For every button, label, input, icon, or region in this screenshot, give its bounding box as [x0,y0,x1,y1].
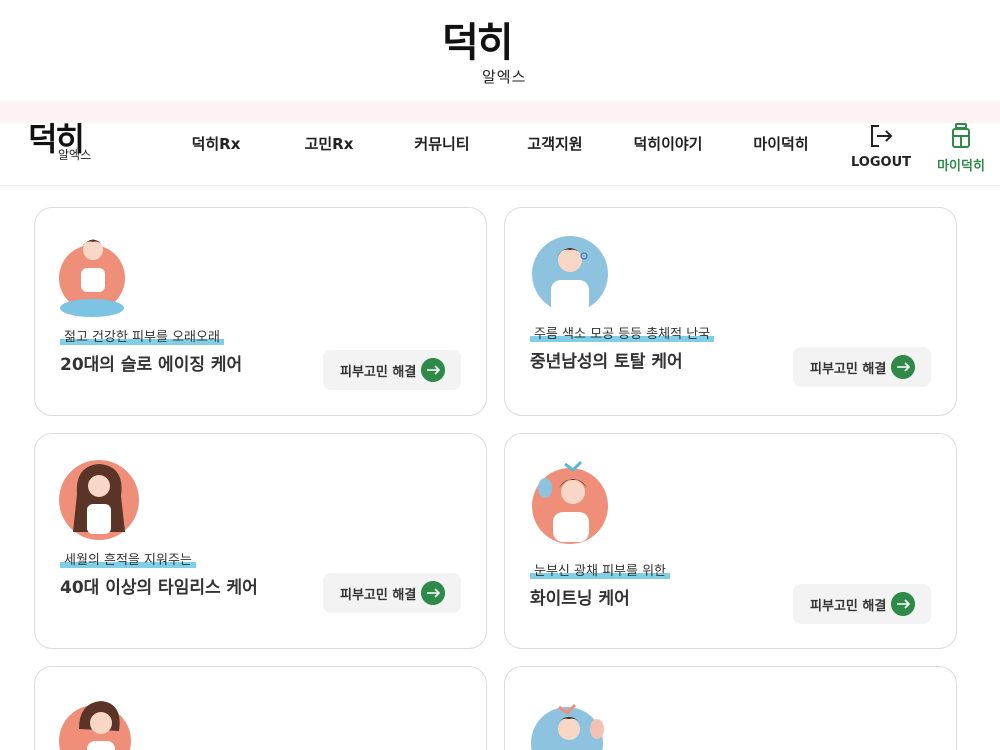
nav-logo-sub: 알엑스 [58,148,92,162]
skin-concern-solve-button[interactable]: 피부고민 해결 [793,347,931,387]
arrow-right-icon [421,581,445,605]
arrow-right-icon [891,592,915,616]
top-banner: 덕히 알엑스 [0,0,1000,101]
card-title: 중년남성의 토탈 케어 [530,352,683,372]
card-tagline: 세월의 흔적을 지워주는 [60,549,196,568]
logout-icon [871,125,893,147]
nav-item-deokhi-story[interactable]: 덕히이야기 [623,133,713,154]
main-logo[interactable]: 덕히 알엑스 [442,18,532,88]
arrow-right-icon [891,355,915,379]
skin-concern-solve-button[interactable]: 피부고민 해결 [793,584,931,624]
arrow-right-icon [421,358,445,382]
man-touching-face-avatar [532,236,608,314]
navigation-bar: 덕히 알엑스 덕히Rx 고민Rx 커뮤니티 고객지원 덕히이야기 마이덕히 LO… [0,120,1000,186]
card-title: 20대의 슬로 에이징 케어 [60,355,243,375]
nav-item-my-deokhi[interactable]: 마이덕히 [736,133,826,154]
nav-item-deokhi-rx[interactable]: 덕히Rx [171,133,261,154]
solve-button-label: 피부고민 해결 [340,588,417,603]
nav-logo[interactable]: 덕히 알엑스 [28,119,98,169]
care-card-partial-left[interactable] [34,666,487,750]
my-deokhi-label: 마이덕히 [937,159,985,174]
solve-button-label: 피부고민 해결 [810,599,887,614]
nav-item-customer-support[interactable]: 고객지원 [510,133,600,154]
nav-item-gomin-rx[interactable]: 고민Rx [284,133,374,154]
skin-concern-solve-button[interactable]: 피부고민 해결 [323,573,461,613]
main-logo-brand: 덕히 [442,19,514,66]
card-tagline: 젊고 건강한 피부를 오래오래 [60,326,224,345]
card-title: 화이트닝 케어 [530,589,630,609]
logout-button[interactable]: LOGOUT [846,123,916,170]
logout-label: LOGOUT [850,155,912,170]
care-card-partial-right[interactable] [504,666,957,750]
pink-divider-strip [0,101,1000,123]
long-hair-woman-avatar [59,460,139,540]
care-card-40s[interactable]: 세월의 흔적을 지워주는 40대 이상의 타임리스 케어 피부고민 해결 [34,433,487,649]
care-card-middle-aged-men[interactable]: 주름 색소 모공 등등 총체적 난국 중년남성의 토탈 케어 피부고민 해결 [504,207,957,416]
woman-avatar [59,701,131,750]
care-card-20s[interactable]: 젊고 건강한 피부를 오래오래 20대의 슬로 에이징 케어 피부고민 해결 [34,207,487,416]
card-tagline: 주름 색소 모공 등등 총체적 난국 [530,323,715,342]
card-title: 40대 이상의 타임리스 케어 [60,578,258,598]
my-deokhi-button[interactable]: 마이덕히 [926,123,996,174]
skin-concern-solve-button[interactable]: 피부고민 해결 [323,350,461,390]
solve-button-label: 피부고민 해결 [340,365,417,380]
nav-item-community[interactable]: 커뮤니티 [397,133,487,154]
main-logo-sub: 알엑스 [482,68,527,86]
woman-with-mirror-avatar [532,460,608,544]
card-tagline: 눈부신 광채 피부를 위한 [530,560,670,579]
care-card-whitening[interactable]: 눈부신 광채 피부를 위한 화이트닝 케어 피부고민 해결 [504,433,957,649]
medicine-bottle-icon [952,123,970,148]
solve-button-label: 피부고민 해결 [810,362,887,377]
yoga-woman-avatar [59,239,125,317]
woman-with-bow-avatar [531,703,604,750]
